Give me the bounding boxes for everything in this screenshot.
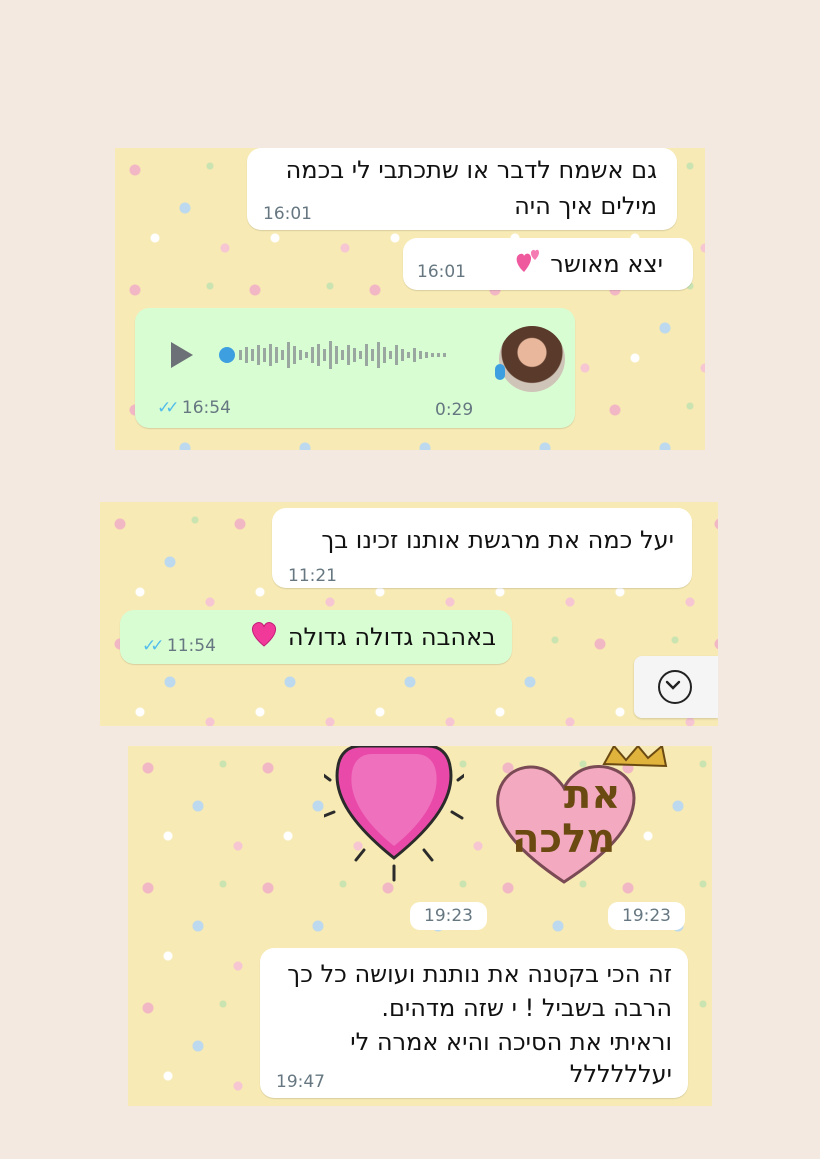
message-bubble-incoming[interactable]: זה הכי בקטנה את נותנת ועושה כל כך הרבה ב… [260, 948, 688, 1098]
message-time: ✓✓ 11:54 [142, 636, 216, 656]
message-text-line2: מילים איך היה [514, 192, 657, 220]
heart-emoji-icon [248, 618, 280, 658]
message-time: 16:01 [263, 204, 312, 224]
sticker-time: 19:23 [608, 902, 685, 930]
message-time: 19:47 [276, 1072, 325, 1092]
double-check-icon: ✓✓ [157, 398, 179, 418]
message-text-line1: גם אשמח לדבר או שתכתבי לי בכמה [285, 156, 657, 184]
message-text: באהבה גדולה גדולה [248, 618, 496, 658]
message-text-line4: יעלללללל [569, 1060, 672, 1088]
voice-duration: 0:29 [435, 400, 474, 420]
two-hearts-emoji-icon [513, 246, 543, 284]
sticker-time: 19:23 [410, 902, 487, 930]
message-bubble-outgoing[interactable]: באהבה גדולה גדולה ✓✓ 11:54 [120, 610, 512, 664]
screenshot-panel-3: 19:23 את מלכה 19:23 זה הכי בקטנה את נותנ… [128, 746, 712, 1106]
message-text-line3: וראיתי את הסיכה והיא אמרה לי [350, 1028, 672, 1056]
message-time: 16:01 [417, 262, 466, 282]
message-text-line2: הרבה בשביל ! י שזה מדהים. [381, 994, 672, 1022]
message-time: ✓✓ 16:54 [157, 398, 231, 418]
message-time-value: 16:54 [181, 398, 231, 418]
queen-sticker[interactable]: את מלכה [494, 746, 674, 886]
sticker-text-line2: מלכה [512, 816, 616, 862]
waveform-icon[interactable] [217, 338, 467, 372]
message-text: יצא מאושר [513, 246, 663, 284]
message-bubble-incoming[interactable]: יעל כמה את מרגשת אותנו זכינו בך 11:21 [272, 508, 692, 588]
message-bubble-incoming[interactable]: יצא מאושר 16:01 [403, 238, 693, 290]
message-time: 11:21 [288, 566, 337, 586]
mic-icon [495, 364, 505, 380]
heart-sticker[interactable] [324, 746, 464, 886]
voice-message-bubble[interactable]: 0:29 ✓✓ 16:54 [135, 308, 575, 428]
message-text-content: באהבה גדולה גדולה [287, 623, 496, 651]
message-text-line1: זה הכי בקטנה את נותנת ועושה כל כך [287, 960, 672, 988]
avatar[interactable] [499, 326, 565, 392]
screenshot-panel-1: גם אשמח לדבר או שתכתבי לי בכמה מילים איך… [115, 148, 705, 450]
chevron-down-icon [658, 670, 692, 704]
message-time-value: 11:54 [166, 636, 216, 656]
double-check-icon: ✓✓ [142, 636, 164, 656]
sticker-text-line1: את [564, 772, 621, 818]
play-icon[interactable] [171, 342, 193, 368]
message-text-content: יצא מאושר [550, 250, 663, 278]
message-text: יעל כמה את מרגשת אותנו זכינו בך [321, 526, 674, 554]
message-bubble-incoming[interactable]: גם אשמח לדבר או שתכתבי לי בכמה מילים איך… [247, 148, 677, 230]
screenshot-panel-2: יעל כמה את מרגשת אותנו זכינו בך 11:21 בא… [100, 502, 718, 726]
scroll-to-bottom-button[interactable] [634, 656, 718, 718]
